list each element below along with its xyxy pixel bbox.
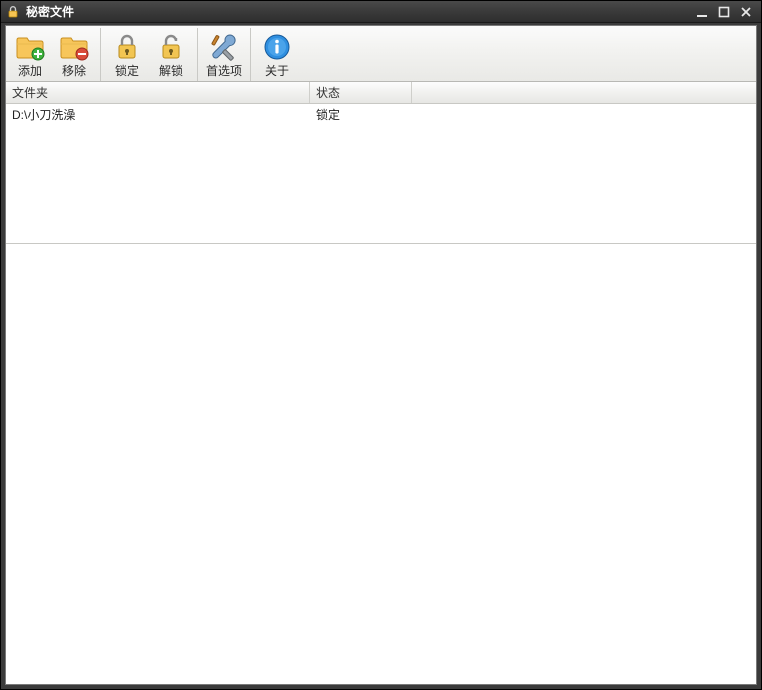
column-headers: 文件夹 状态 <box>6 82 756 104</box>
app-lock-icon <box>6 5 20 19</box>
add-button[interactable]: 添加 <box>8 28 52 81</box>
lock-button[interactable]: 锁定 <box>105 28 149 81</box>
column-header-folder[interactable]: 文件夹 <box>6 82 310 103</box>
lock-closed-icon <box>111 31 143 63</box>
unlock-button[interactable]: 解锁 <box>149 28 193 81</box>
maximize-button[interactable] <box>714 4 734 20</box>
client-area: 添加 移除 <box>5 25 757 685</box>
preferences-button[interactable]: 首选项 <box>202 28 246 81</box>
about-button-label: 关于 <box>265 63 289 79</box>
toolbar-group-about: 关于 <box>255 28 303 81</box>
window-title: 秘密文件 <box>26 3 74 20</box>
column-header-empty[interactable] <box>412 82 756 103</box>
column-header-status[interactable]: 状态 <box>310 82 412 103</box>
row-status-cell: 锁定 <box>310 106 412 123</box>
app-window: 秘密文件 <box>0 0 762 690</box>
lock-button-label: 锁定 <box>115 63 139 79</box>
remove-button-label: 移除 <box>62 63 86 79</box>
close-button[interactable] <box>736 4 756 20</box>
about-button[interactable]: 关于 <box>255 28 299 81</box>
toolbar-group-prefs: 首选项 <box>202 28 251 81</box>
table-row[interactable]: D:\小刀洗澡 锁定 <box>6 104 756 124</box>
toolbar-group-lock: 锁定 解锁 <box>105 28 198 81</box>
unlock-button-label: 解锁 <box>159 63 183 79</box>
tools-icon <box>208 31 240 63</box>
add-button-label: 添加 <box>18 63 42 79</box>
info-icon <box>261 31 293 63</box>
toolbar-group-file: 添加 移除 <box>8 28 101 81</box>
toolbar: 添加 移除 <box>6 26 756 82</box>
preferences-button-label: 首选项 <box>206 63 242 79</box>
titlebar: 秘密文件 <box>1 1 761 23</box>
row-folder-cell: D:\小刀洗澡 <box>6 106 310 123</box>
minimize-button[interactable] <box>692 4 712 20</box>
remove-button[interactable]: 移除 <box>52 28 96 81</box>
folder-remove-icon <box>58 31 90 63</box>
list-area[interactable]: D:\小刀洗澡 锁定 <box>6 104 756 244</box>
folder-add-icon <box>14 31 46 63</box>
empty-area <box>6 244 756 684</box>
lock-open-icon <box>155 31 187 63</box>
